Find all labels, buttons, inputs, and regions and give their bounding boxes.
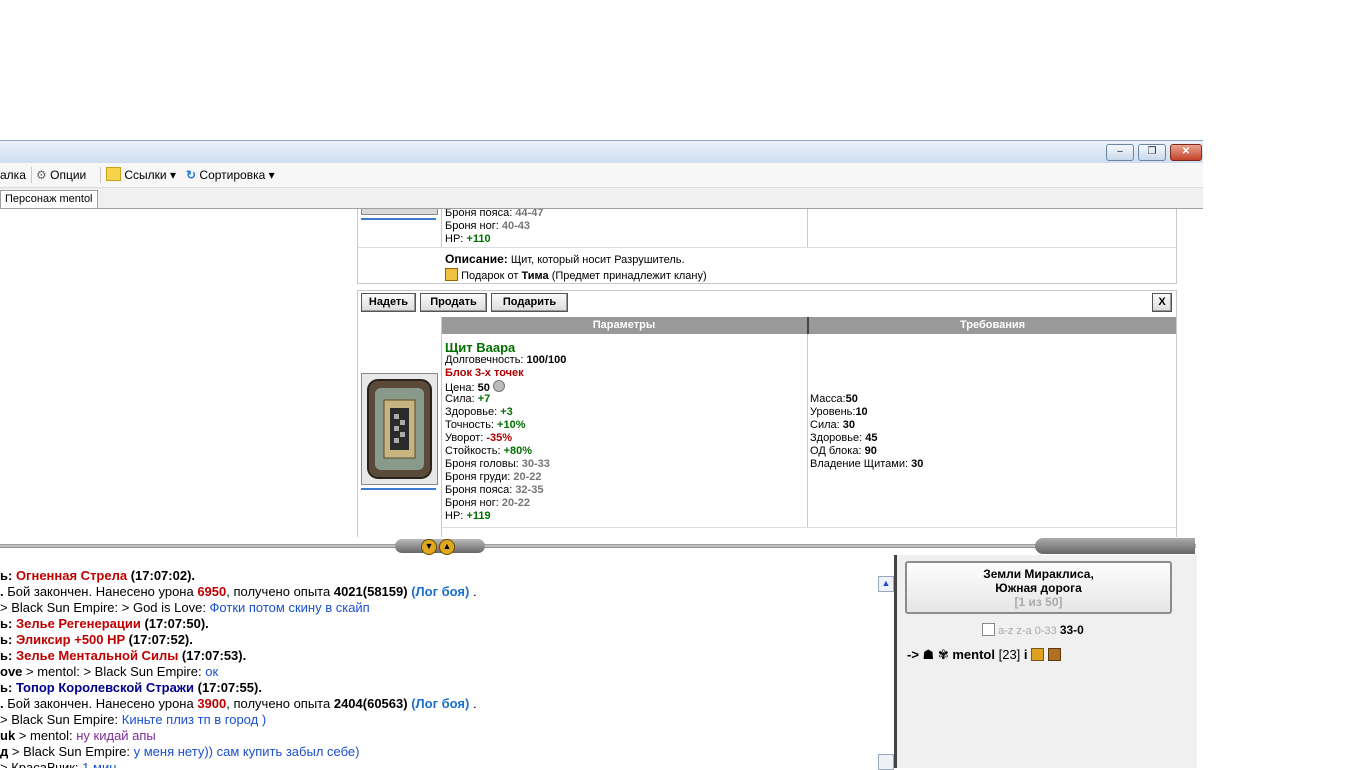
collapse-down-icon[interactable]: ▼ xyxy=(421,539,437,555)
requirement-line: Масса:50 xyxy=(810,393,858,405)
chevron-down-icon: ▾ xyxy=(268,168,275,182)
bug-icon: ☗ xyxy=(922,647,935,662)
chat-line: . Бой закончен. Нанесено урона 6950, пол… xyxy=(0,584,477,599)
gift-button[interactable]: Подарить xyxy=(491,293,568,312)
chat-line: > КрасаВчик: 1 мин xyxy=(0,760,117,768)
chat-line: > Black Sun Empire: > God is Love: Фотки… xyxy=(0,600,370,615)
sort-label: Сортировка xyxy=(199,168,266,182)
arrow-icon: -> xyxy=(907,647,919,662)
links-menu[interactable]: Ссылки ▾ xyxy=(106,167,176,183)
info-icon[interactable]: i xyxy=(1024,647,1028,662)
chat-line: ь: Зелье Регенерации (17:07:50). xyxy=(0,616,209,631)
minimize-button[interactable]: – xyxy=(1106,144,1134,161)
player-count: 33-0 xyxy=(1059,623,1084,637)
location-place: Южная дорога xyxy=(995,581,1082,595)
requirement-line: Владение Щитами: 30 xyxy=(810,458,924,470)
item-description: Описание: Щит, который носит Разрушитель… xyxy=(445,252,685,266)
options-menu[interactable]: ⚙ Опции xyxy=(36,167,86,183)
battle-log-link[interactable]: (Лог боя) xyxy=(408,696,469,711)
stat-line: Уворот: -35% xyxy=(445,432,513,444)
scroll-up-arrow[interactable]: ▲ xyxy=(878,576,894,592)
shield-icon xyxy=(367,379,432,479)
item-card-previous: Броня пояса: 44-47 Броня ног: 40-43 HP: … xyxy=(357,209,1177,284)
location-button[interactable]: Земли Мираклиса, Южная дорога [1 из 50] xyxy=(905,561,1172,614)
folder-icon xyxy=(106,167,121,181)
restore-button[interactable]: ❐ xyxy=(1138,144,1166,161)
sort-options[interactable]: a-z z-a 0-33 xyxy=(998,625,1057,637)
location-region: Земли Мираклиса, xyxy=(983,567,1094,581)
requirement-line: Здоровье: 45 xyxy=(810,432,878,444)
clan-icon: ✾ xyxy=(937,647,949,662)
requirement-line: ОД блока: 90 xyxy=(810,445,877,457)
stat-line: Броня ног: 20-22 xyxy=(445,497,531,509)
requirement-line: Сила: 30 xyxy=(810,419,855,431)
battle-log-link[interactable]: (Лог боя) xyxy=(408,584,469,599)
item-name: Щит Ваара xyxy=(445,340,516,355)
player-level: [23] xyxy=(998,647,1021,662)
chat-log: ь: Огненная Стрела (17:07:02). . Бой зак… xyxy=(0,555,894,768)
chat-line: ь: Зелье Ментальной Силы (17:07:53). xyxy=(0,648,247,663)
close-item-button[interactable]: X xyxy=(1152,293,1172,312)
chat-line: д > Black Sun Empire: у меня нету)) сам … xyxy=(0,744,360,759)
wear-button[interactable]: Надеть xyxy=(361,293,416,312)
chat-line: ь: Эликсир +500 HP (17:07:52). xyxy=(0,632,193,647)
stat-line: Здоровье: +3 xyxy=(445,406,513,418)
player-entry[interactable]: -> ☗ ✾ mentol [23] i xyxy=(907,647,1061,663)
location-panel: Земли Мираклиса, Южная дорога [1 из 50] … xyxy=(897,555,1197,768)
requirement-line: Уровень:10 xyxy=(810,406,868,418)
stat-line: Броня ног: 40-43 xyxy=(445,220,531,232)
toolbar-separator xyxy=(100,167,101,183)
special-property: Блок 3-х точек xyxy=(445,367,524,379)
stat-line: Сила: +7 xyxy=(445,393,491,405)
refresh-icon: ↻ xyxy=(186,168,197,182)
toolbar-item-partial[interactable]: алка xyxy=(0,167,26,183)
player-name[interactable]: mentol xyxy=(952,647,995,662)
toolbar-separator xyxy=(31,167,32,183)
stat-line: Точность: +10% xyxy=(445,419,526,431)
chat-line: . Бой закончен. Нанесено урона 3900, пол… xyxy=(0,696,477,711)
stat-line: Броня головы: 30-33 xyxy=(445,458,550,470)
requirements-header: Требования xyxy=(809,317,1176,334)
stat-line: Стойкость: +80% xyxy=(445,445,533,457)
sell-button[interactable]: Продать xyxy=(420,293,487,312)
location-page: [1 из 50] xyxy=(1014,595,1063,609)
inventory-panel: Броня пояса: 44-47 Броня ног: 40-43 HP: … xyxy=(0,209,1178,537)
sort-checkbox[interactable] xyxy=(982,623,995,636)
tab-character[interactable]: Персонаж mentol xyxy=(0,190,98,208)
stat-line: Броня пояса: 44-47 xyxy=(445,209,544,219)
gift-icon xyxy=(445,268,458,281)
durability-line: Долговечность: 100/100 xyxy=(445,354,567,366)
player-sort-row: a-z z-a 0-33 33-0 xyxy=(982,623,1084,637)
chevron-down-icon: ▾ xyxy=(169,168,176,182)
item-image-previous[interactable] xyxy=(361,209,438,215)
sort-menu[interactable]: ↻ Сортировка ▾ xyxy=(186,167,275,183)
gear-icon: ⚙ xyxy=(36,168,47,182)
stat-line: HP: +110 xyxy=(445,233,491,245)
chat-scrollbar[interactable]: ▲ xyxy=(878,574,894,770)
chat-line: uk > mentol: ну кидай апы xyxy=(0,728,156,743)
toolbar: алка ⚙ Опции Ссылки ▾ ↻ Сортировка ▾ xyxy=(0,163,1203,188)
chat-line: ove > mentol: > Black Sun Empire: ок xyxy=(0,664,219,679)
stat-line: Броня груди: 20-22 xyxy=(445,471,542,483)
item-image-shield[interactable] xyxy=(361,373,438,485)
gift-note: Подарок от Тима (Предмет принадлежит кла… xyxy=(445,268,707,282)
options-label: Опции xyxy=(50,168,87,182)
emblem-icon xyxy=(1047,648,1061,661)
coin-icon xyxy=(492,380,505,392)
stat-line: HP: +119 xyxy=(445,510,491,522)
chat-line: ь: Огненная Стрела (17:07:02). xyxy=(0,568,196,583)
window-titlebar: – ❐ ✕ xyxy=(0,140,1203,164)
stat-line: Броня пояса: 32-35 xyxy=(445,484,544,496)
chat-line: ь: Топор Королевской Стражи (17:07:55). xyxy=(0,680,262,695)
links-label: Ссылки xyxy=(124,168,167,182)
tab-strip: Персонаж mentol xyxy=(0,188,1203,209)
chat-line: > Black Sun Empire: Киньте плиз тп в гор… xyxy=(0,712,267,727)
panel-splitter[interactable]: ▼ ▲ xyxy=(0,538,1203,555)
collapse-up-icon[interactable]: ▲ xyxy=(439,539,455,555)
badge-icon xyxy=(1031,648,1045,661)
params-header: Параметры xyxy=(441,317,807,334)
close-window-button[interactable]: ✕ xyxy=(1170,144,1202,161)
